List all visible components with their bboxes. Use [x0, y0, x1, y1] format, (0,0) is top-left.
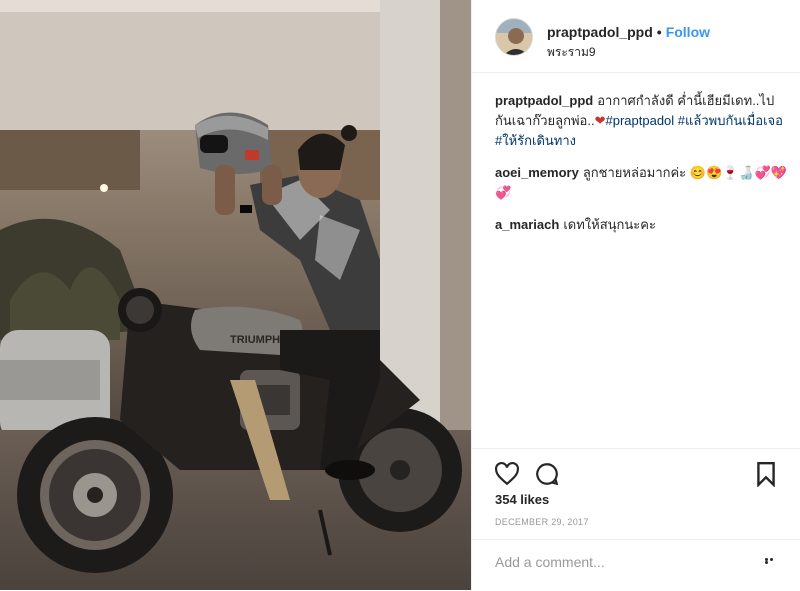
- motorcycle-photo: TRIUMPH: [0, 0, 471, 590]
- comment-username[interactable]: a_mariach: [495, 217, 559, 232]
- follow-button[interactable]: Follow: [666, 24, 710, 40]
- comment-username[interactable]: aoei_memory: [495, 165, 579, 180]
- comments-list: praptpadol_ppd อากาศกำลังดี ค่ำนี้เฮียมีเ…: [495, 91, 787, 247]
- caption: praptpadol_ppd อากาศกำลังดี ค่ำนี้เฮียมีเ…: [495, 91, 787, 151]
- action-bar: [472, 448, 800, 494]
- post-details-panel: praptpadol_ppd • Follow พระราม9 praptpadol…: [471, 0, 800, 590]
- separator-dot: •: [656, 24, 662, 40]
- username-link[interactable]: praptpadol_ppd: [547, 24, 653, 40]
- post-photo[interactable]: TRIUMPH: [0, 0, 471, 590]
- bookmark-icon[interactable]: [753, 461, 779, 488]
- comment-item: a_mariach เดทให้สนุกนะคะ: [495, 215, 787, 235]
- hashtag-link[interactable]: #แล้วพบกันเมื่อเจอ: [678, 113, 783, 128]
- more-options-icon[interactable]: [765, 558, 779, 564]
- post-date[interactable]: DECEMBER 29, 2017: [495, 517, 589, 527]
- hashtag-link[interactable]: #ให้รักเดินทาง: [495, 133, 576, 148]
- likes-count[interactable]: 354 likes: [495, 492, 549, 507]
- heart-outline-icon[interactable]: [494, 461, 520, 487]
- caption-heart-emoji: ❤: [594, 113, 606, 128]
- location-link[interactable]: พระราม9: [547, 43, 596, 62]
- speech-bubble-icon[interactable]: [534, 461, 560, 487]
- add-comment-bar: [472, 539, 800, 591]
- comment-text: เดทให้สนุกนะคะ: [563, 217, 656, 232]
- hashtag-link[interactable]: #praptpadol: [606, 113, 675, 128]
- add-comment-input[interactable]: [495, 554, 745, 570]
- post-header: praptpadol_ppd • Follow พระราม9: [472, 0, 800, 73]
- comment-item: aoei_memory ลูกชายหล่อมากค่ะ 😊😍🍷🍶💞💖💞: [495, 163, 787, 203]
- caption-username[interactable]: praptpadol_ppd: [495, 93, 593, 108]
- avatar[interactable]: [495, 18, 533, 56]
- avatar-image: [496, 19, 532, 55]
- username-row: praptpadol_ppd • Follow: [547, 24, 710, 40]
- tank-brand-text: TRIUMPH: [230, 334, 280, 346]
